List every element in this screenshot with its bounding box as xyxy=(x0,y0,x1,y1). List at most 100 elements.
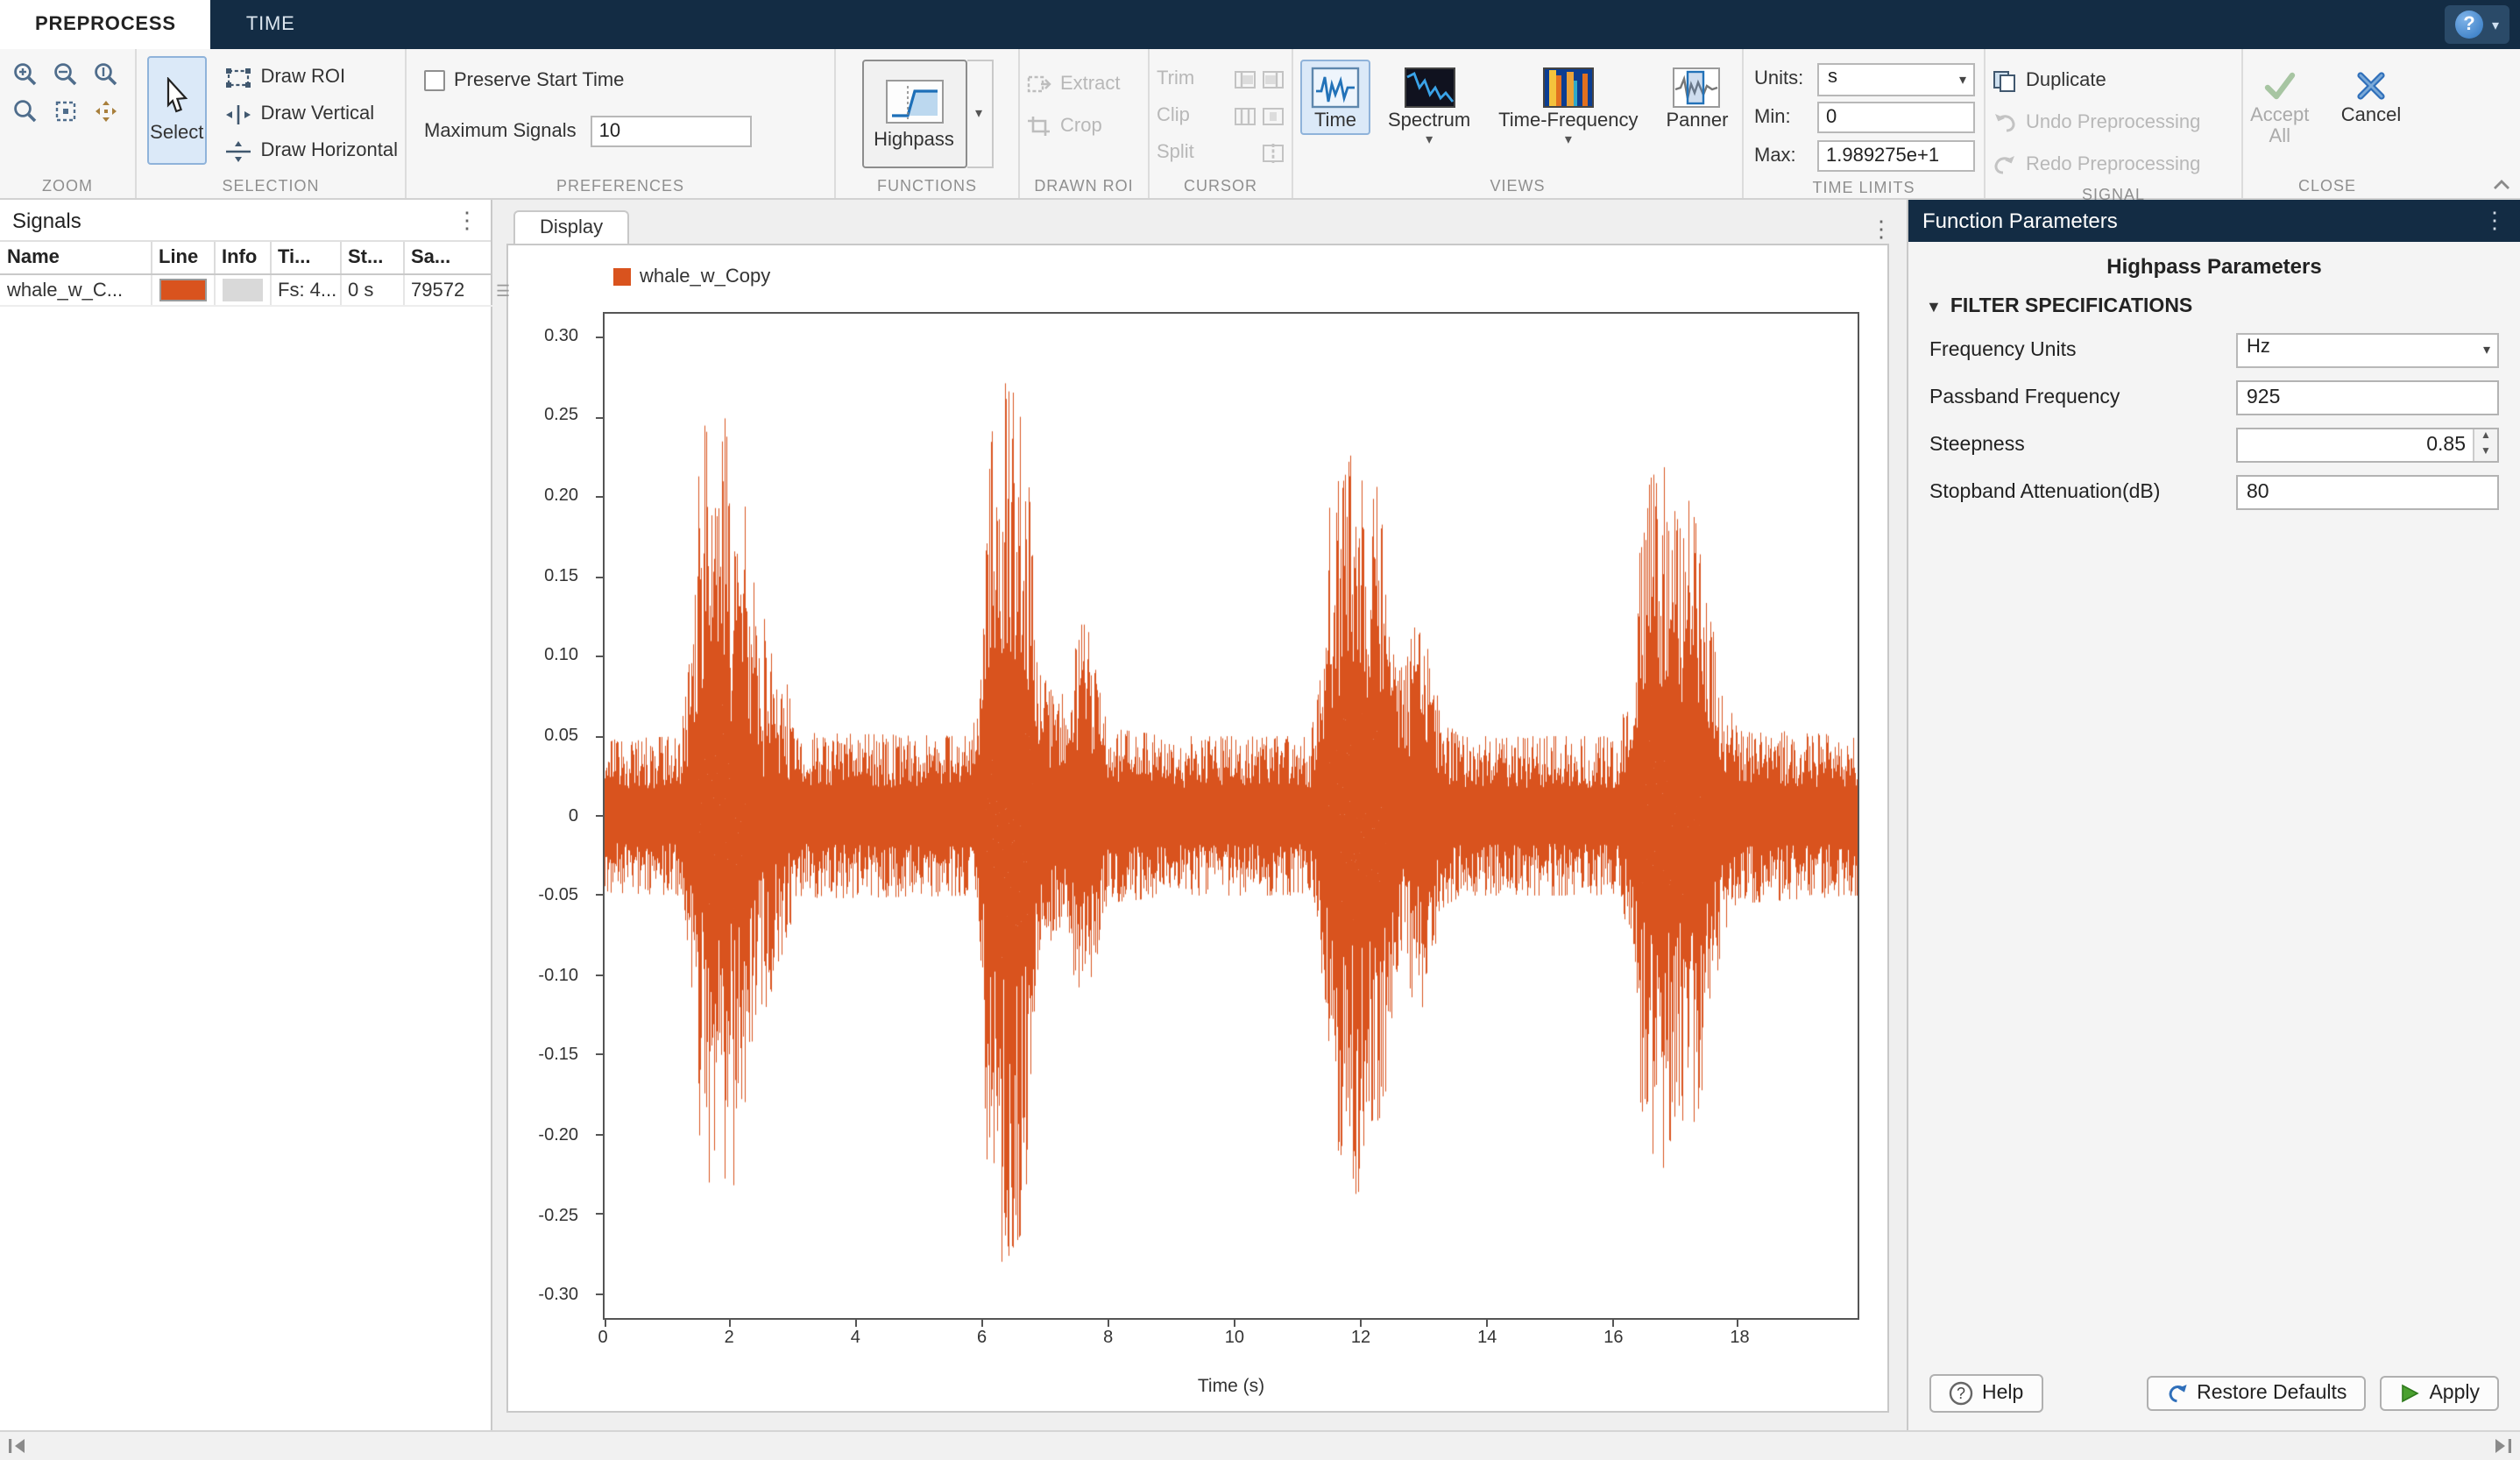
x-tick-label: 14 xyxy=(1477,1329,1497,1348)
y-tick-mark xyxy=(596,1293,603,1295)
crop-button[interactable]: Crop xyxy=(1020,109,1109,144)
plot-legend[interactable]: whale_w_Copy xyxy=(613,266,770,287)
draw-horizontal-button[interactable]: Draw Horizontal xyxy=(217,133,406,168)
view-time-button[interactable]: Time xyxy=(1300,60,1370,135)
help-button-panel[interactable]: ? Help xyxy=(1929,1374,2042,1413)
zoom-out-button[interactable] xyxy=(5,93,46,130)
draw-roi-button[interactable]: Draw ROI xyxy=(217,60,406,95)
apply-button[interactable]: Apply xyxy=(2380,1376,2499,1411)
tab-time[interactable]: TIME xyxy=(211,0,330,49)
passband-frequency-input[interactable] xyxy=(2236,379,2499,415)
spinner-down-icon[interactable]: ▼ xyxy=(2474,444,2497,460)
column-header-info[interactable]: Info xyxy=(214,242,270,274)
min-input[interactable] xyxy=(1817,102,1975,133)
status-bar xyxy=(0,1430,2520,1460)
cancel-button[interactable]: Cancel xyxy=(2327,63,2416,133)
chevron-down-icon: ▾ xyxy=(975,107,982,121)
clip-left-icon[interactable] xyxy=(1234,106,1256,125)
trim-left-icon[interactable] xyxy=(1234,69,1256,89)
y-tick-label: -0.20 xyxy=(538,1126,578,1145)
collapse-right-panel-icon[interactable] xyxy=(2492,1437,2513,1455)
column-header-name[interactable]: Name xyxy=(0,242,151,274)
plot-area[interactable] xyxy=(603,312,1859,1320)
units-dropdown[interactable]: s ▾ xyxy=(1817,62,1975,96)
tab-preprocess[interactable]: PREPROCESS xyxy=(0,0,211,49)
trim-right-icon[interactable] xyxy=(1262,69,1285,89)
restore-defaults-button[interactable]: Restore Defaults xyxy=(2146,1376,2366,1411)
maximum-signals-input[interactable] xyxy=(591,116,752,147)
fit-view-button[interactable] xyxy=(46,93,86,130)
section-title-views: VIEWS xyxy=(1293,174,1742,198)
trim-row: Trim xyxy=(1150,61,1292,96)
undo-preprocessing-button[interactable]: Undo Preprocessing xyxy=(1986,105,2207,140)
help-button[interactable]: ? ▾ xyxy=(2445,5,2509,44)
ribbon-section-cursor: Trim Clip Split xyxy=(1150,49,1293,198)
split-icon[interactable] xyxy=(1262,143,1285,162)
highpass-function-button[interactable]: Highpass xyxy=(861,60,966,168)
y-tick-mark xyxy=(596,895,603,897)
filter-specifications-section[interactable]: ▼ FILTER SPECIFICATIONS xyxy=(1908,289,2520,331)
redo-icon xyxy=(1993,154,2017,175)
zoom-y-icon xyxy=(93,61,119,88)
clip-right-icon[interactable] xyxy=(1262,106,1285,125)
collapse-ribbon-icon[interactable] xyxy=(2492,177,2511,193)
units-value: s xyxy=(1828,66,1837,87)
help-icon: ? xyxy=(2455,11,2483,39)
column-header-line[interactable]: Line xyxy=(151,242,214,274)
x-tick-label: 16 xyxy=(1603,1329,1623,1348)
pan-icon xyxy=(93,98,119,124)
y-tick-mark xyxy=(596,975,603,976)
view-spectrum-button[interactable]: Spectrum ▾ xyxy=(1377,60,1481,151)
waveform-canvas[interactable] xyxy=(605,314,1858,1318)
ribbon-section-signal: Duplicate Undo Preprocessing Redo Prepro… xyxy=(1986,49,2243,198)
view-panner-button[interactable]: Panner xyxy=(1656,60,1739,135)
spinner-up-icon[interactable]: ▲ xyxy=(2474,429,2497,444)
extract-button[interactable]: Extract xyxy=(1020,67,1127,102)
function-parameters-panel: Function Parameters ⋮ Highpass Parameter… xyxy=(1907,200,2520,1430)
frequency-units-dropdown[interactable]: Hz ▾ xyxy=(2236,332,2499,367)
duplicate-button[interactable]: Duplicate xyxy=(1986,63,2113,98)
cursor-arrow-icon xyxy=(161,77,193,116)
draw-vertical-button[interactable]: Draw Vertical xyxy=(217,96,406,131)
x-tick-label: 12 xyxy=(1351,1329,1370,1348)
preserve-start-time-checkbox[interactable] xyxy=(424,70,445,91)
draw-roi-icon xyxy=(224,66,252,89)
collapse-left-panel-icon[interactable] xyxy=(7,1437,28,1455)
ribbon-section-preferences: Preserve Start Time Maximum Signals PREF… xyxy=(407,49,836,198)
accept-all-label: Accept All xyxy=(2250,105,2309,147)
function-parameters-header: Function Parameters xyxy=(1922,209,2118,233)
steepness-input[interactable] xyxy=(2236,427,2499,462)
params-menu-icon[interactable]: ⋮ xyxy=(2483,207,2506,235)
y-axis-labels: -0.30-0.25-0.20-0.15-0.10-0.0500.050.100… xyxy=(508,312,596,1320)
display-menu-icon[interactable]: ⋮ xyxy=(1870,216,1893,244)
max-input[interactable] xyxy=(1817,140,1975,172)
column-header-samples[interactable]: Sa... xyxy=(403,242,492,274)
section-title-cursor: CURSOR xyxy=(1150,174,1292,198)
signal-name-cell: whale_w_C... xyxy=(0,274,151,306)
pan-button[interactable] xyxy=(86,93,126,130)
draw-vertical-label: Draw Vertical xyxy=(261,103,375,124)
column-header-time[interactable]: Ti... xyxy=(270,242,340,274)
chevron-down-icon: ▾ xyxy=(2492,17,2499,32)
zoom-in-button[interactable] xyxy=(5,56,46,93)
select-mode-button[interactable]: Select xyxy=(147,56,207,165)
redo-preprocessing-button[interactable]: Redo Preprocessing xyxy=(1986,147,2207,182)
functions-dropdown-button[interactable]: ▾ xyxy=(966,60,993,168)
stopband-attenuation-input[interactable] xyxy=(2236,474,2499,509)
splitter-grip[interactable]: ☰ xyxy=(496,284,510,300)
display-card: ☰ whale_w_Copy -0.30-0.25-0.20-0.15-0.10… xyxy=(506,244,1889,1413)
y-tick-mark xyxy=(596,1214,603,1215)
zoom-x-button[interactable] xyxy=(46,56,86,93)
accept-check-icon xyxy=(2262,70,2297,102)
crop-icon xyxy=(1027,116,1051,137)
table-row[interactable]: whale_w_C... Fs: 4... 0 s 79572 xyxy=(0,274,492,306)
view-time-label: Time xyxy=(1314,110,1356,131)
view-time-frequency-button[interactable]: Time-Frequency ▾ xyxy=(1488,60,1648,151)
zoom-y-button[interactable] xyxy=(86,56,126,93)
tab-display[interactable]: Display xyxy=(513,210,629,244)
units-label: Units: xyxy=(1754,68,1817,89)
column-header-start[interactable]: St... xyxy=(340,242,403,274)
signals-menu-icon[interactable]: ⋮ xyxy=(456,206,478,234)
accept-all-button[interactable]: Accept All xyxy=(2240,63,2320,154)
toolstrip-tabbar: PREPROCESS TIME ? ▾ xyxy=(0,0,2520,49)
